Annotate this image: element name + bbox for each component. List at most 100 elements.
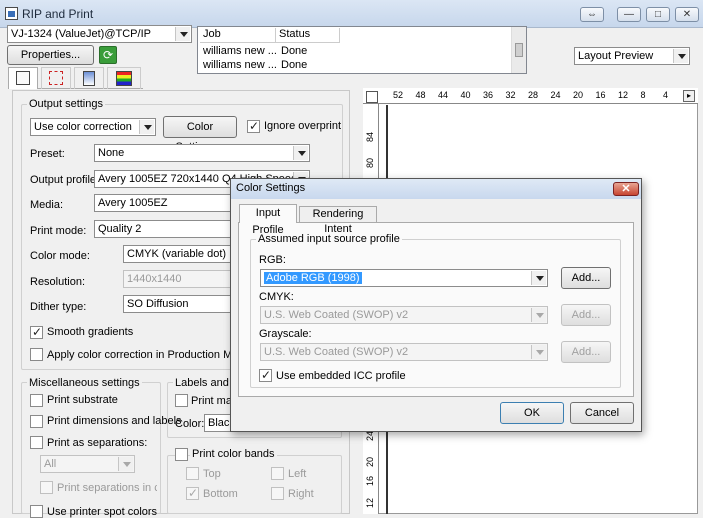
job-row-2-name[interactable]: williams new ... <box>203 59 277 71</box>
v-tick-16: 16 <box>365 475 376 487</box>
chevron-down-icon <box>175 27 190 41</box>
tab-input-profile[interactable]: Input Profile <box>239 204 297 236</box>
printer-select[interactable]: VJ-1324 (ValueJet)@TCP/IP <box>7 25 192 43</box>
cmyk-profile-value: U.S. Web Coated (SWOP) v2 <box>264 309 409 321</box>
h-tick-label: 24 <box>550 90 561 100</box>
chevron-down-icon <box>118 457 133 471</box>
tab-image[interactable] <box>74 67 104 89</box>
misc-settings-title: Miscellaneous settings <box>27 377 142 389</box>
cmyk-add-button[interactable]: Add... <box>561 304 611 326</box>
h-tick-label: 8 <box>640 90 646 100</box>
h-tick-label: 12 <box>618 90 629 100</box>
preset-label: Preset: <box>30 148 65 160</box>
horizontal-ruler: 5248444036322824201612840 <box>363 88 698 104</box>
job-list[interactable]: Job Status williams new ... Done william… <box>197 26 527 74</box>
minimize-button[interactable]: — <box>617 7 641 22</box>
job-row-1-status: Done <box>281 45 308 57</box>
tab-general[interactable] <box>8 67 38 89</box>
printer-spot-colors-label: Use printer spot colors <box>47 506 158 518</box>
color-settings-button[interactable]: Color Settings... <box>163 116 237 153</box>
properties-button[interactable]: Properties... <box>7 45 94 65</box>
job-row-1-name[interactable]: williams new ... <box>203 45 277 57</box>
print-separations-checkbox[interactable] <box>30 436 43 449</box>
grayscale-add-button[interactable]: Add... <box>561 341 611 363</box>
smooth-gradients-checkbox[interactable] <box>30 325 43 339</box>
scroll-right-icon[interactable]: ▸ <box>683 90 695 102</box>
printer-select-value: VJ-1324 (ValueJet)@TCP/IP <box>11 28 151 40</box>
job-row-2-status: Done <box>281 59 308 71</box>
printer-spot-colors-checkbox[interactable] <box>30 505 43 518</box>
chevron-down-icon <box>531 271 546 285</box>
cmyk-label: CMYK: <box>259 291 294 303</box>
h-tick-label: 4 <box>663 90 669 100</box>
band-left-label: Left <box>288 468 307 480</box>
color-correction-select[interactable]: Use color correction <box>30 118 156 136</box>
print-dimensions-label: Print dimensions and labels <box>47 415 182 427</box>
print-color-bands-label: Print color bands <box>190 448 277 460</box>
refresh-icon[interactable]: ⟳ <box>99 46 117 64</box>
rgb-add-button[interactable]: Add... <box>561 267 611 289</box>
print-dimensions-checkbox[interactable] <box>30 415 43 428</box>
embedded-icc-checkbox[interactable] <box>259 368 272 382</box>
scroll-thumb[interactable] <box>515 43 523 57</box>
grayscale-profile-select[interactable]: U.S. Web Coated (SWOP) v2 <box>260 343 548 361</box>
tab-color[interactable] <box>107 67 141 89</box>
print-separations-label: Print as separations: <box>47 437 148 449</box>
chevron-down-icon <box>531 308 546 322</box>
separations-value: All <box>44 458 57 470</box>
separations-select[interactable]: All <box>40 455 135 473</box>
band-left-checkbox[interactable] <box>271 467 284 480</box>
ruler-corner <box>366 91 378 103</box>
band-top-checkbox[interactable] <box>186 467 199 480</box>
apply-cc-checkbox[interactable] <box>30 348 43 361</box>
chevron-down-icon <box>673 49 688 63</box>
ok-button[interactable]: OK <box>500 402 564 424</box>
resolution-value: 1440x1440 <box>127 273 182 285</box>
chevron-down-icon <box>139 120 154 134</box>
band-bottom-label: Bottom <box>203 488 238 500</box>
ignore-overprint-label: Ignore overprint <box>264 120 342 132</box>
status-col-header[interactable]: Status <box>276 28 340 43</box>
separations-in-color-label: Print separations in color <box>57 482 157 494</box>
media-label: Media: <box>30 199 64 211</box>
dialog-close-icon[interactable]: ✕ <box>613 182 639 196</box>
view-mode-select[interactable]: Layout Preview <box>574 47 690 65</box>
print-mode-label: Print mode: <box>30 225 87 237</box>
ignore-overprint-checkbox[interactable] <box>247 119 260 133</box>
close-button[interactable]: ✕ <box>675 7 699 22</box>
color-settings-dialog: Color Settings ✕ Input Profile Rendering… <box>230 178 642 432</box>
preset-value: None <box>98 147 125 159</box>
job-list-scrollbar[interactable] <box>511 27 526 73</box>
tab-layout[interactable] <box>41 67 71 89</box>
maximize-button[interactable]: □ <box>646 7 670 22</box>
rgb-profile-select[interactable]: Adobe RGB (1998) <box>260 269 548 287</box>
color-bands-group <box>167 455 342 514</box>
v-tick-84: 84 <box>365 131 376 143</box>
print-marks-checkbox[interactable] <box>175 394 188 407</box>
dialog-title-bar: Color Settings ✕ <box>231 179 641 199</box>
job-col-header[interactable]: Job <box>200 28 276 43</box>
output-profile-label: Output profile: <box>30 174 100 186</box>
document-icon <box>16 71 30 85</box>
color-bars-icon <box>116 71 132 86</box>
window-title-bar: RIP and Print ⇔ — □ ✕ <box>0 0 703 28</box>
print-color-bands-checkbox[interactable] <box>175 448 188 461</box>
cmyk-profile-select[interactable]: U.S. Web Coated (SWOP) v2 <box>260 306 548 324</box>
tool-tabs <box>8 67 143 89</box>
band-right-checkbox[interactable] <box>271 487 284 500</box>
restore-layout-button[interactable]: ⇔ <box>580 7 604 22</box>
separations-in-color-checkbox[interactable] <box>40 481 53 494</box>
color-correction-value: Use color correction <box>34 121 132 133</box>
rgb-label: RGB: <box>259 254 286 266</box>
band-bottom-checkbox[interactable] <box>186 486 199 500</box>
color-mode-value: CMYK (variable dot) <box>127 248 227 260</box>
print-substrate-label: Print substrate <box>47 394 118 406</box>
v-tick-20: 20 <box>365 456 376 468</box>
cancel-button[interactable]: Cancel <box>570 402 634 424</box>
print-substrate-checkbox[interactable] <box>30 394 43 407</box>
app-icon <box>5 7 18 20</box>
tab-rendering-intent[interactable]: Rendering Intent <box>299 206 377 235</box>
h-tick-label: 16 <box>595 90 606 100</box>
output-settings-title: Output settings <box>27 98 105 110</box>
preset-select[interactable]: None <box>94 144 310 162</box>
